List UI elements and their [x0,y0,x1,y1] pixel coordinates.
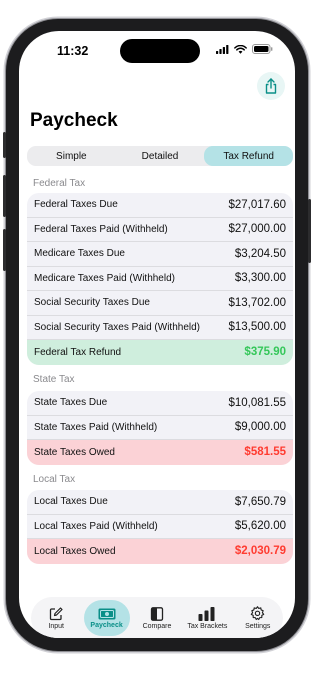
action-button [3,132,6,158]
tab-label: Tax Brackets [187,622,228,630]
tab-input[interactable]: Input [33,600,79,636]
row-value: $10,081.55 [228,396,286,409]
status-icons [216,44,273,54]
segment-simple[interactable]: Simple [27,146,116,166]
share-button[interactable] [257,72,285,100]
row-label: State Taxes Owed [34,446,115,458]
federal-tax-section-label: Federal Tax [33,178,86,189]
volume-down-button [3,229,6,271]
state-tax-section-label: State Tax [33,374,75,385]
tab-label: Settings [245,623,271,630]
list-item: State Taxes Due $10,081.55 [27,391,293,416]
local-owed-row: Local Taxes Owed $2,030.79 [27,539,293,564]
row-value: $27,000.00 [228,223,286,236]
federal-refund-row: Federal Tax Refund $375.90 [27,340,293,365]
list-item: Medicare Taxes Paid (Withheld) $3,300.00 [27,267,293,291]
tab-label: Paycheck [90,621,123,629]
compare-icon [150,606,164,621]
federal-tax-group: Federal Taxes Due $27,017.60 Federal Taxe… [27,193,293,365]
row-label: Federal Tax Refund [34,346,122,358]
row-value: $9,000.00 [234,421,286,434]
battery-icon [252,44,273,54]
tab-tax-brackets[interactable]: Tax Brackets [184,600,230,636]
view-mode-segmented-control: Simple Detailed Tax Refund [27,146,294,166]
row-label: State Taxes Due [34,397,108,409]
row-value: $581.55 [244,446,286,459]
status-time: 11:32 [57,44,89,58]
row-label: Medicare Taxes Due [34,248,125,260]
tab-bar: Input Paycheck Compare Tax Brackets Sett… [31,597,283,638]
row-label: State Taxes Paid (Withheld) [34,421,158,433]
edit-icon [50,606,63,620]
tab-paycheck[interactable]: Paycheck [83,600,130,636]
volume-up-button [3,175,6,217]
row-label: Medicare Taxes Paid (Withheld) [34,272,175,284]
state-owed-row: State Taxes Owed $581.55 [27,440,293,465]
row-value: $375.90 [244,346,286,359]
bar-chart-icon [198,606,215,621]
wifi-icon [234,44,247,54]
list-item: Federal Taxes Paid (Withheld) $27,000.00 [27,218,293,242]
tab-label: Input [48,622,64,630]
local-tax-section-label: Local Tax [33,474,76,485]
dynamic-island [120,39,200,63]
row-value: $13,702.00 [228,296,286,309]
share-icon [265,78,277,94]
list-item: Social Security Taxes Due $13,702.00 [27,291,293,316]
row-value: $5,620.00 [234,520,286,533]
tab-label: Compare [142,622,172,630]
signal-icon [216,44,229,54]
tab-settings[interactable]: Settings [235,600,281,636]
row-label: Federal Taxes Paid (Withheld) [34,223,168,235]
row-value: $3,204.50 [234,247,286,260]
row-label: Local Taxes Due [34,496,108,508]
row-value: $7,650.79 [234,495,286,508]
list-item: Medicare Taxes Due $3,204.50 [27,242,293,267]
row-label: Social Security Taxes Paid (Withheld) [34,321,200,333]
tab-compare[interactable]: Compare [134,600,180,636]
row-value: $27,017.60 [228,198,286,211]
segment-detailed[interactable]: Detailed [116,146,205,166]
state-tax-group: State Taxes Due $10,081.55 State Taxes Pa… [27,391,293,465]
gear-icon [251,606,265,621]
row-value: $2,030.79 [234,545,286,558]
power-button [308,199,311,263]
list-item: State Taxes Paid (Withheld) $9,000.00 [27,416,293,440]
row-value: $13,500.00 [228,321,286,334]
row-label: Federal Taxes Due [34,199,118,211]
row-label: Social Security Taxes Due [34,297,150,309]
page-title: Paycheck [30,110,118,131]
row-label: Local Taxes Owed [34,545,116,557]
list-item: Local Taxes Paid (Withheld) $5,620.00 [27,515,293,539]
list-item: Local Taxes Due $7,650.79 [27,490,293,515]
row-label: Local Taxes Paid (Withheld) [34,520,158,532]
screen: 11:32 Paycheck Simple Detailed Tax Refun… [19,31,295,638]
segment-tax-refund[interactable]: Tax Refund [204,146,294,166]
local-tax-group: Local Taxes Due $7,650.79 Local Taxes Pai… [27,490,293,564]
money-icon [98,608,116,619]
list-item: Social Security Taxes Paid (Withheld) $13… [27,316,293,340]
list-item: Federal Taxes Due $27,017.60 [27,193,293,218]
row-value: $3,300.00 [234,272,286,285]
